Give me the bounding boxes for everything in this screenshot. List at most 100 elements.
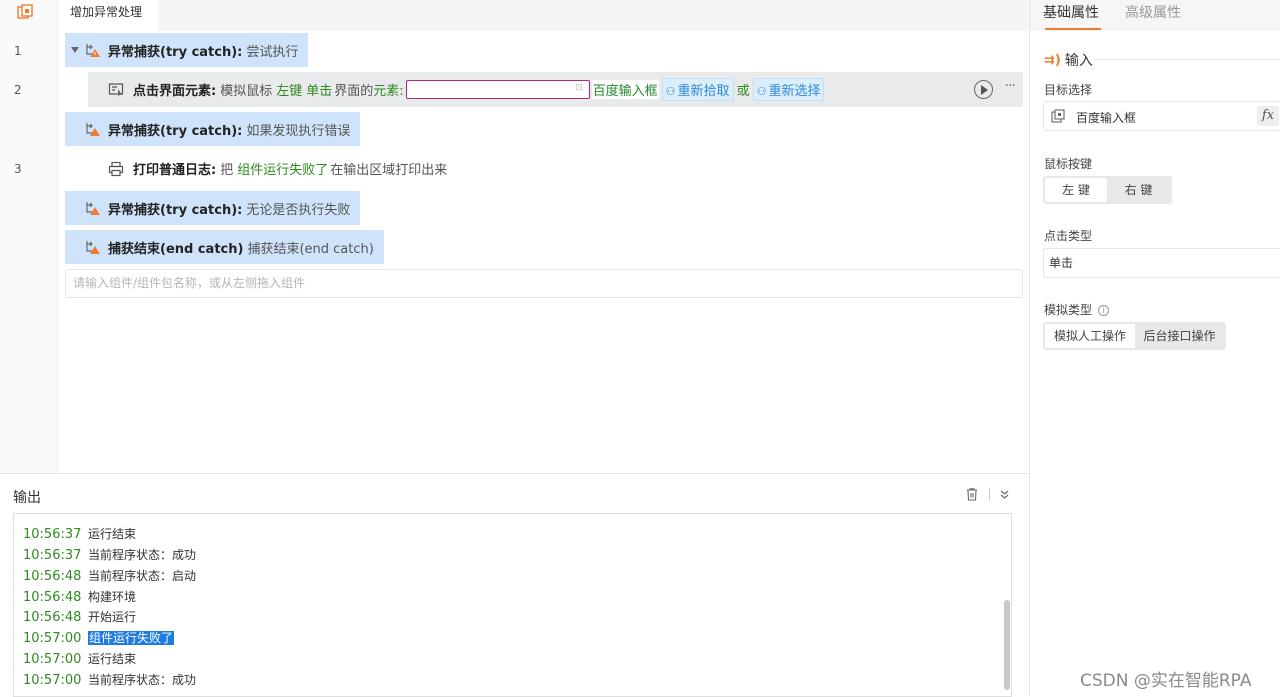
output-scrollbar[interactable]	[1004, 600, 1010, 690]
log-title: 打印普通日志:	[133, 163, 217, 178]
click-type-select[interactable]: 单击	[1043, 248, 1280, 278]
catch-block[interactable]: 异常捕获(try catch): 如果发现执行错误	[65, 112, 361, 146]
reselect-label: 重新选择	[768, 84, 821, 99]
line-number: 2	[14, 83, 22, 97]
log-text-2: 在输出区域打印出来	[330, 163, 448, 178]
log-time: 10:56:48	[23, 569, 82, 584]
tab-advanced-props[interactable]: 高级属性	[1125, 2, 1181, 22]
line-number: 3	[14, 162, 22, 176]
editor-area: 1 2 3 增加异常处理 异常捕获(try catch): 尝试执行 点击界面元…	[0, 0, 1028, 697]
info-icon[interactable]: i	[1098, 305, 1110, 316]
print-log-row[interactable]: 打印普通日志: 把 组件运行失败了 在输出区域打印出来	[88, 151, 447, 186]
repick-label: 重新拾取	[677, 84, 730, 99]
log-line: 10:56:48 开始运行	[23, 608, 136, 629]
element-input[interactable]: ⊡	[405, 80, 590, 99]
log-text-1: 把	[220, 163, 234, 178]
more-icon[interactable]: ···	[1005, 78, 1016, 94]
log-time: 10:56:48	[23, 590, 82, 605]
click-element-row[interactable]: 点击界面元素: 模拟鼠标 左键 单击 界面的 元素: ⊡ 百度输入框 ⚇ 重新拾取…	[88, 72, 1023, 107]
try-catch-icon	[86, 202, 100, 215]
log-time: 10:57:00	[23, 631, 82, 646]
try-block[interactable]: 异常捕获(try catch): 尝试执行	[65, 33, 309, 67]
lock-icon: ⊡	[575, 83, 583, 93]
line-number: 1	[14, 44, 22, 58]
sim-type-segment: 模拟人工操作 后台接口操作	[1043, 322, 1226, 350]
log-message: 当前程序状态：成功	[88, 548, 197, 562]
section-divider	[1094, 59, 1280, 60]
reselect-button[interactable]: ⚇ 重新选择	[752, 78, 825, 101]
sim-backend-option[interactable]: 后台接口操作	[1135, 324, 1224, 348]
tab-basic-props[interactable]: 基础属性	[1043, 2, 1099, 22]
log-time: 10:57:00	[23, 673, 82, 688]
try-desc: 尝试执行	[246, 44, 299, 60]
collapse-down-icon[interactable]	[998, 488, 1011, 501]
click-title: 点击界面元素:	[133, 84, 217, 99]
properties-tabs: 基础属性 高级属性	[1030, 0, 1280, 31]
end-catch-block[interactable]: 捕获结束(end catch) 捕获结束(end catch)	[65, 230, 384, 264]
run-step-icon[interactable]	[974, 80, 993, 99]
click-element-icon	[108, 82, 124, 97]
log-line: 10:56:48 构建环境	[23, 588, 136, 609]
output-title: 输出	[13, 490, 41, 506]
collapse-arrow-icon[interactable]	[71, 47, 79, 53]
component-search-input[interactable]: 请输入组件/组件包名称，或从左侧拖入组件	[65, 269, 1023, 298]
log-time: 10:56:37	[23, 527, 82, 542]
output-log-area[interactable]: 10:56:37 运行结束 10:56:37 当前程序状态：成功 10:56:48 当…	[13, 513, 1012, 697]
select-icon: ⚇	[756, 85, 767, 98]
finally-desc: 无论是否执行失败	[246, 202, 351, 218]
line-gutter: 1 2 3	[0, 0, 58, 473]
log-message: 运行结束	[88, 527, 137, 541]
sim-type-label: 模拟类型 i	[1044, 301, 1110, 318]
target-label: 目标选择	[1044, 83, 1093, 97]
click-type-label: 点击类型	[1044, 229, 1093, 243]
mouse-button-segment: 左 键 右 键	[1043, 176, 1172, 204]
editor-tabbar: 增加异常处理	[58, 0, 1028, 31]
fx-expression-button[interactable]: fx	[1257, 106, 1279, 126]
end-keyword: 捕获结束(end catch)	[108, 241, 244, 257]
catch-keyword: 异常捕获(try catch):	[108, 123, 243, 139]
log-line: 10:56:37 当前程序状态：成功	[23, 546, 196, 567]
properties-panel: 基础属性 高级属性 ⇉) 输入 目标选择 百度输入框 fx 鼠标按键 左 键 右…	[1029, 0, 1280, 696]
output-panel: 输出 10:56:37 运行结束 10:56:37 当前程序状态：成功 10:56:…	[0, 473, 1028, 697]
printer-icon	[108, 161, 124, 176]
mouse-button-label: 鼠标按键	[1044, 157, 1093, 171]
or-text: 或	[736, 84, 750, 99]
element-target-icon	[1051, 109, 1065, 123]
log-time: 10:56:37	[23, 548, 82, 563]
log-time: 10:56:48	[23, 610, 82, 625]
try-catch-icon	[86, 44, 100, 57]
tab-add-exception[interactable]: 增加异常处理	[58, 0, 158, 31]
log-time: 10:57:00	[23, 652, 82, 667]
element-name[interactable]: 百度输入框	[591, 80, 659, 99]
toolbar-divider	[989, 488, 990, 501]
log-line: 10:56:48 当前程序状态：启动	[23, 567, 196, 588]
clear-trash-icon[interactable]	[966, 488, 978, 501]
flow-file-icon[interactable]	[17, 4, 33, 20]
log-message: 开始运行	[88, 610, 137, 624]
sim-type-text: 模拟类型	[1044, 303, 1093, 317]
mouse-left-option[interactable]: 左 键	[1045, 178, 1107, 202]
mouse-right-option[interactable]: 右 键	[1107, 178, 1170, 202]
pick-icon: ⚇	[665, 85, 676, 98]
click-type-value[interactable]: 单击	[306, 80, 332, 99]
try-keyword: 异常捕获(try catch):	[108, 44, 243, 60]
click-text-1: 模拟鼠标	[220, 84, 273, 99]
input-section-header: ⇉) 输入	[1044, 50, 1093, 70]
log-line: 10:57:00 当前程序状态：成功	[23, 671, 196, 692]
click-text-2: 界面的	[334, 84, 374, 99]
log-variable[interactable]: 组件运行失败了	[237, 159, 328, 178]
catch-desc: 如果发现执行错误	[246, 123, 351, 139]
sim-manual-option[interactable]: 模拟人工操作	[1045, 324, 1135, 348]
repick-button[interactable]: ⚇ 重新拾取	[661, 78, 734, 101]
input-section-label: 输入	[1064, 53, 1093, 69]
active-tab-indicator	[1045, 28, 1101, 30]
log-message: 当前程序状态：启动	[88, 569, 197, 583]
log-message: 运行结束	[88, 652, 137, 666]
target-select-field[interactable]: 百度输入框 fx	[1043, 101, 1280, 131]
finally-keyword: 异常捕获(try catch):	[108, 202, 243, 218]
finally-block[interactable]: 异常捕获(try catch): 无论是否执行失败	[65, 191, 361, 225]
log-line: 10:56:37 运行结束	[23, 525, 136, 546]
mouse-button-value[interactable]: 左键	[276, 80, 302, 99]
end-desc: 捕获结束(end catch)	[247, 241, 374, 257]
watermark: CSDN @实在智能RPA	[1080, 671, 1252, 691]
